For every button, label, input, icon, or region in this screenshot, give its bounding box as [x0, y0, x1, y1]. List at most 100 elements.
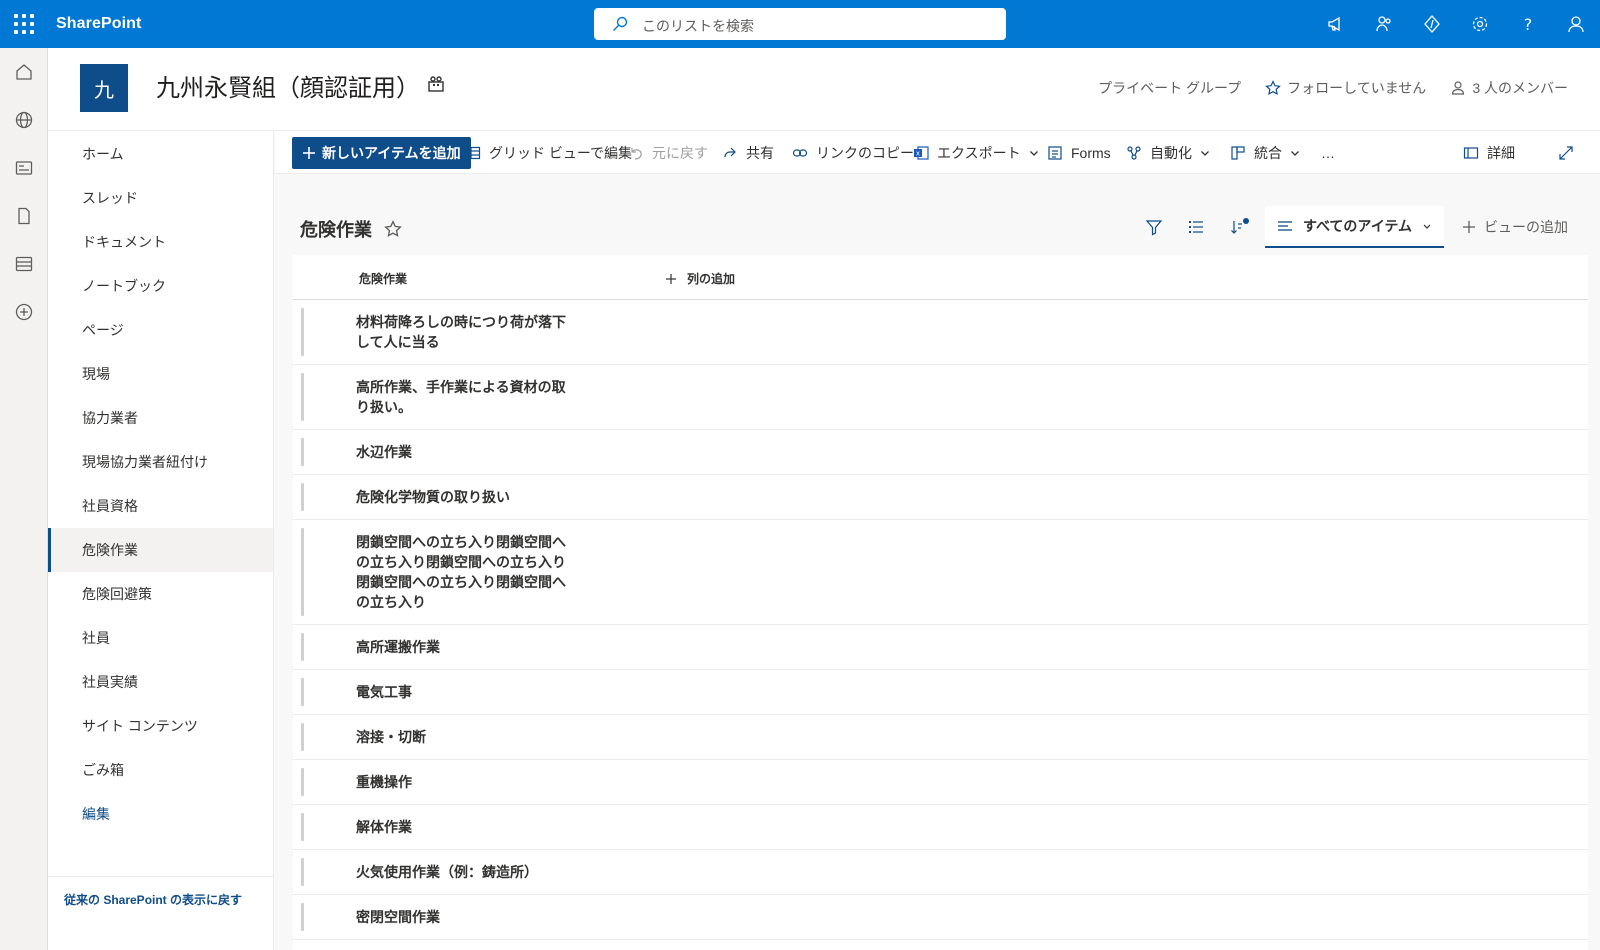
row-select-bar[interactable] — [301, 528, 304, 616]
members-button[interactable]: 3 人のメンバー — [1450, 78, 1568, 98]
row-select-bar[interactable] — [301, 373, 304, 421]
row-select-bar[interactable] — [301, 723, 304, 751]
search-box[interactable]: このリストを検索 — [594, 8, 1006, 40]
column-header-danger-work[interactable]: 危険作業 — [359, 270, 407, 287]
nav-item[interactable]: ごみ箱 — [48, 748, 273, 792]
copy-link-button[interactable]: リンクのコピー — [792, 131, 914, 175]
row-title-cell[interactable]: 高所運搬作業 — [356, 625, 568, 669]
forms-button[interactable]: Forms — [1047, 131, 1111, 175]
nav-edit-link[interactable]: 編集 — [48, 792, 273, 836]
nav-item[interactable]: 危険回避策 — [48, 572, 273, 616]
expand-icon — [1559, 146, 1573, 160]
row-title-cell[interactable]: 密閉空間作業 — [356, 895, 568, 939]
nav-item[interactable]: 現場 — [48, 352, 273, 396]
nav-item[interactable]: 危険作業 — [48, 528, 273, 572]
list-row[interactable]: 閉鎖空間への立ち入り閉鎖空間への立ち入り閉鎖空間への立ち入り閉鎖空間への立ち入り… — [293, 520, 1588, 625]
integrate-button[interactable]: 統合 — [1230, 131, 1300, 175]
list-row[interactable]: 重機操作 — [293, 760, 1588, 805]
sharepoint-brand[interactable]: SharePoint — [56, 15, 141, 33]
view-format-button[interactable] — [1175, 206, 1217, 248]
help-icon[interactable]: ? — [1504, 0, 1552, 48]
new-item-button[interactable]: 新しいアイテムを追加 — [292, 137, 471, 169]
view-selector[interactable]: すべてのアイテム — [1264, 206, 1444, 248]
teams-icon[interactable] — [1360, 0, 1408, 48]
globe-icon[interactable] — [0, 96, 48, 144]
group-icon[interactable] — [426, 74, 446, 94]
megaphone-icon[interactable] — [1312, 0, 1360, 48]
nav-item[interactable]: 社員資格 — [48, 484, 273, 528]
list-row[interactable]: 材料荷降ろしの時につり荷が落下して人に当る — [293, 300, 1588, 365]
expand-button[interactable] — [1558, 131, 1574, 175]
row-title-cell[interactable]: 火気使用作業（例：鋳造所） — [356, 850, 568, 894]
link-icon — [792, 149, 808, 157]
row-title-cell[interactable]: 閉鎖空間への立ち入り閉鎖空間への立ち入り閉鎖空間への立ち入り閉鎖空間への立ち入り… — [356, 520, 568, 624]
search-icon — [613, 16, 628, 31]
list-row[interactable]: 電気工事 — [293, 670, 1588, 715]
app-launcher-icon[interactable] — [14, 14, 34, 34]
row-title-cell[interactable]: 高所作業、手作業による資材の取り扱い。 — [356, 365, 568, 429]
list-row[interactable]: 高所作業、手作業による資材の取り扱い。 — [293, 365, 1588, 430]
row-select-bar[interactable] — [301, 903, 304, 931]
document-icon[interactable] — [0, 192, 48, 240]
classic-view-link[interactable]: 従来の SharePoint の表示に戻す — [48, 876, 273, 908]
add-view-button[interactable]: ビューの追加 — [1450, 217, 1600, 237]
row-select-bar[interactable] — [301, 308, 304, 356]
home-icon[interactable] — [0, 48, 48, 96]
site-title[interactable]: 九州永賢組（顔認証用） — [156, 68, 420, 103]
row-select-bar[interactable] — [301, 438, 304, 466]
account-icon[interactable] — [1552, 0, 1600, 48]
export-button[interactable]: x エクスポート — [913, 131, 1039, 175]
row-title-cell[interactable]: 重機操作 — [356, 760, 568, 804]
row-title-cell[interactable]: 電気工事 — [356, 670, 568, 714]
row-title-cell[interactable]: 材料荷降ろしの時につり荷が落下して人に当る — [356, 300, 568, 364]
undo-button[interactable]: 元に戻す — [628, 131, 708, 175]
share-button[interactable]: 共有 — [722, 131, 774, 175]
nav-item[interactable]: 社員実績 — [48, 660, 273, 704]
forms-icon — [1048, 146, 1062, 160]
list-row[interactable]: 溶接・切断 — [293, 715, 1588, 760]
list-icon[interactable] — [0, 240, 48, 288]
nav-item[interactable]: 現場協力業者紐付け — [48, 440, 273, 484]
row-title-cell[interactable]: 溶接・切断 — [356, 715, 568, 759]
nav-item[interactable]: ページ — [48, 308, 273, 352]
nav-item[interactable]: 社員 — [48, 616, 273, 660]
nav-item[interactable]: サイト コンテンツ — [48, 704, 273, 748]
list-row[interactable]: 高所運搬作業 — [293, 625, 1588, 670]
nav-item[interactable]: 協力業者 — [48, 396, 273, 440]
list-row[interactable]: 火気使用作業（例：鋳造所） — [293, 850, 1588, 895]
row-select-bar[interactable] — [301, 813, 304, 841]
follow-button[interactable]: フォローしていません — [1265, 78, 1426, 98]
list-row[interactable]: 危険化学物質の取り扱い — [293, 475, 1588, 520]
row-title-cell[interactable]: 危険化学物質の取り扱い — [356, 475, 568, 519]
grid-edit-button[interactable]: グリッド ビューで編集 — [465, 131, 632, 175]
sort-button[interactable] — [1217, 206, 1259, 248]
more-commands-button[interactable]: … — [1321, 131, 1335, 175]
row-select-bar[interactable] — [301, 768, 304, 796]
create-icon[interactable] — [0, 288, 48, 336]
code-diamond-icon[interactable] — [1408, 0, 1456, 48]
favorite-star-icon[interactable] — [384, 220, 402, 238]
site-logo[interactable]: 九 — [80, 64, 128, 112]
list-row[interactable]: 密閉空間作業 — [293, 895, 1588, 940]
nav-item[interactable]: ドキュメント — [48, 220, 273, 264]
automate-button[interactable]: 自動化 — [1126, 131, 1210, 175]
row-select-bar[interactable] — [301, 678, 304, 706]
nav-item[interactable]: スレッド — [48, 176, 273, 220]
row-select-bar[interactable] — [301, 858, 304, 886]
details-button[interactable]: 詳細 — [1463, 131, 1515, 175]
list-row[interactable]: 解体作業 — [293, 805, 1588, 850]
nav-item[interactable]: ホーム — [48, 132, 273, 176]
filter-button[interactable] — [1133, 206, 1175, 248]
suite-bar: SharePoint このリストを検索 ? — [0, 0, 1600, 48]
row-select-bar[interactable] — [301, 633, 304, 661]
chevron-down-icon — [1291, 151, 1299, 156]
row-select-bar[interactable] — [301, 483, 304, 511]
row-title-cell[interactable]: 解体作業 — [356, 805, 568, 849]
view-tools: すべてのアイテム ビューの追加 — [1133, 206, 1600, 248]
add-column-button[interactable]: 列の追加 — [665, 270, 735, 287]
row-title-cell[interactable]: 水辺作業 — [356, 430, 568, 474]
news-icon[interactable] — [0, 144, 48, 192]
settings-gear-icon[interactable] — [1456, 0, 1504, 48]
list-row[interactable]: 水辺作業 — [293, 430, 1588, 475]
nav-item[interactable]: ノートブック — [48, 264, 273, 308]
